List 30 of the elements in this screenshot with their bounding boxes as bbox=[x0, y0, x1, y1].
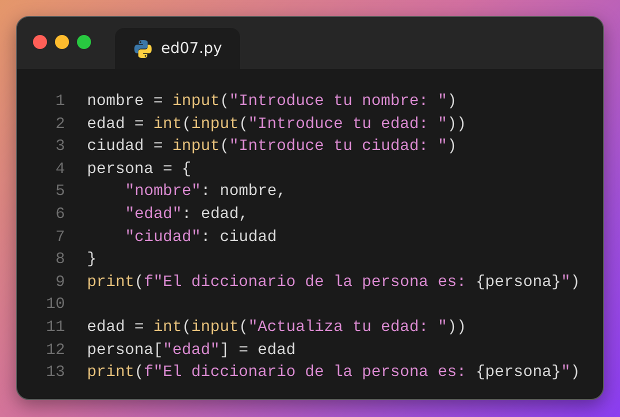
line-number: 1 bbox=[54, 91, 65, 112]
line-number: 3 bbox=[54, 136, 65, 158]
python-icon bbox=[133, 38, 153, 58]
line-number: 7 bbox=[54, 226, 65, 248]
code-line: } bbox=[87, 249, 96, 270]
line-number: 10 bbox=[45, 294, 65, 316]
code-line: edad = int(input("Actualiza tu edad: ")) bbox=[87, 316, 466, 338]
code-line: "ciudad": ciudad bbox=[125, 226, 277, 248]
line-number: 11 bbox=[45, 316, 65, 338]
line-number: 6 bbox=[54, 204, 65, 225]
line-number: 9 bbox=[54, 272, 65, 293]
code-line: persona["edad"] = edad bbox=[87, 340, 296, 361]
code-line: nombre = input("Introduce tu nombre: ") bbox=[87, 91, 457, 112]
file-tab[interactable]: ed07.py bbox=[115, 28, 240, 69]
line-number: 5 bbox=[54, 181, 65, 202]
code-line: print(f"El diccionario de la persona es: {persona}") bbox=[87, 362, 580, 384]
code-line: edad = int(input("Introduce tu edad: ")) bbox=[87, 114, 466, 135]
window-control[interactable] bbox=[55, 35, 69, 49]
line-number: 12 bbox=[45, 340, 65, 361]
code-line: "edad": edad, bbox=[125, 204, 248, 225]
window-control[interactable] bbox=[33, 35, 47, 49]
line-number: 4 bbox=[54, 158, 65, 180]
line-number: 13 bbox=[45, 362, 65, 384]
line-number: 2 bbox=[54, 114, 65, 135]
window-control[interactable] bbox=[77, 35, 91, 49]
code-line: "nombre": nombre, bbox=[125, 181, 286, 202]
code-line: ciudad = input("Introduce tu ciudad: ") bbox=[87, 136, 457, 158]
line-number: 8 bbox=[54, 249, 65, 270]
code-line: persona = { bbox=[87, 158, 192, 180]
code-line: print(f"El diccionario de la persona es: {persona}") bbox=[87, 272, 580, 293]
